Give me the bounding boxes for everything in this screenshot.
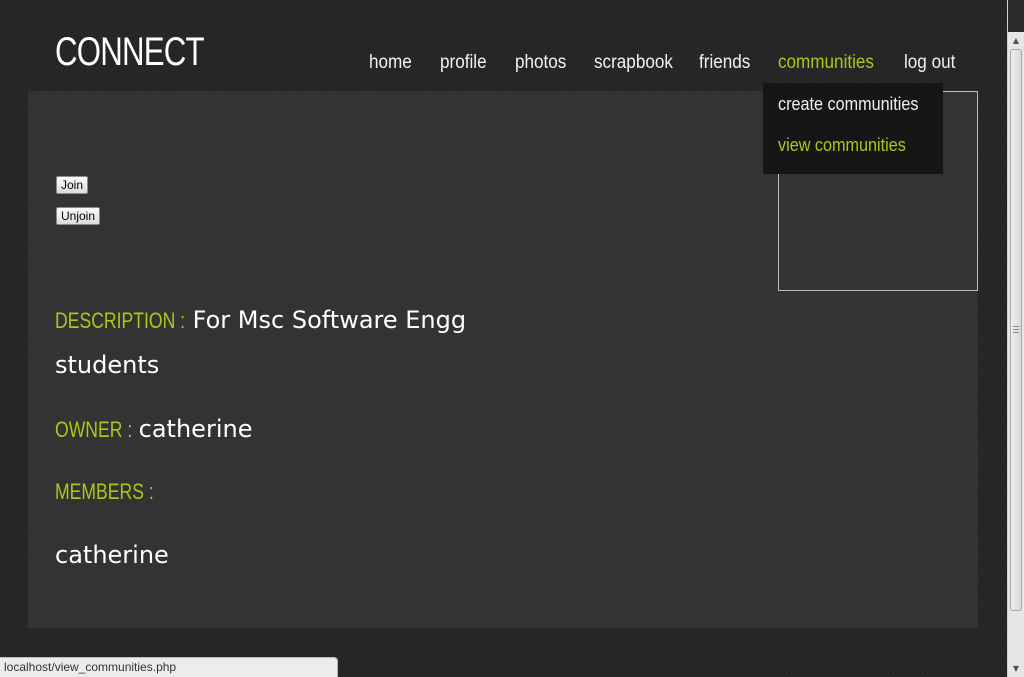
nav-profile[interactable]: profile bbox=[440, 52, 487, 74]
owner-row: OWNER : catherine bbox=[55, 409, 252, 452]
members-label: MEMBERS : bbox=[55, 479, 154, 504]
menu-item-view-communities[interactable]: view communities bbox=[778, 135, 906, 156]
nav-communities[interactable]: communities bbox=[778, 52, 874, 74]
menu-item-create-communities[interactable]: create communities bbox=[778, 94, 918, 115]
nav-photos[interactable]: photos bbox=[515, 52, 566, 74]
description-row: DESCRIPTION : For Msc Software Engg stud… bbox=[55, 299, 495, 389]
main-nav: home profile photos scrapbook friends co… bbox=[0, 52, 1007, 78]
nav-friends[interactable]: friends bbox=[699, 52, 750, 74]
owner-label: OWNER : bbox=[55, 417, 133, 442]
members-row: MEMBERS : bbox=[55, 479, 178, 505]
join-button[interactable]: Join bbox=[56, 176, 89, 194]
scroll-up-arrow-icon[interactable]: ▲ bbox=[1008, 32, 1024, 49]
description-label: DESCRIPTION : bbox=[55, 308, 186, 333]
nav-home[interactable]: home bbox=[369, 52, 412, 74]
unjoin-button[interactable]: Unjoin bbox=[56, 207, 101, 225]
vertical-scrollbar[interactable]: ▲ ▼ bbox=[1007, 0, 1024, 677]
nav-log-out[interactable]: log out bbox=[904, 52, 955, 74]
scrollbar-grip-icon bbox=[1013, 326, 1019, 333]
owner-value: catherine bbox=[138, 415, 253, 443]
page-viewport: CONNECT Join Unjoin DESCRIPTION : For Ms… bbox=[0, 0, 1007, 677]
member-item: catherine bbox=[55, 541, 169, 569]
scrollbar-top-area bbox=[1008, 0, 1024, 32]
browser-status-bar: localhost/view_communities.php bbox=[0, 657, 338, 677]
scrollbar-thumb[interactable] bbox=[1010, 49, 1022, 611]
communities-dropdown-menu: create communities view communities bbox=[763, 83, 943, 174]
nav-scrapbook[interactable]: scrapbook bbox=[594, 52, 673, 74]
scroll-down-arrow-icon[interactable]: ▼ bbox=[1008, 660, 1024, 677]
